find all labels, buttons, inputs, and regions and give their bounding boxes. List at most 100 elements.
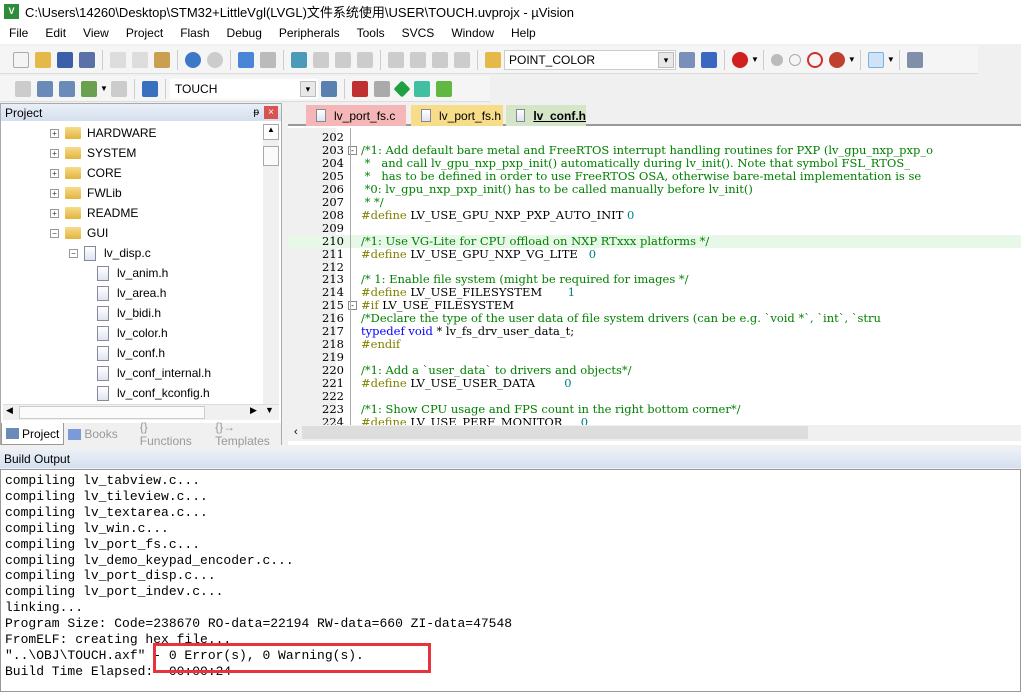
- copy-icon[interactable]: [132, 51, 148, 68]
- pin-icon[interactable]: ᵽ: [253, 107, 259, 118]
- redo-icon[interactable]: [207, 51, 223, 68]
- kill-all-breakpoints-icon[interactable]: [828, 51, 845, 68]
- tree-item[interactable]: + FWLib: [50, 183, 122, 203]
- editor-tab-lv-port-fs-c[interactable]: lv_port_fs.c: [306, 105, 406, 126]
- menu-file[interactable]: File: [0, 26, 36, 40]
- find-combo[interactable]: POINT_COLOR ▾: [504, 49, 676, 70]
- stop-build-icon[interactable]: [110, 80, 127, 97]
- menu-view[interactable]: View: [74, 26, 117, 40]
- window-layout-icon[interactable]: [867, 51, 884, 68]
- debug-session-icon[interactable]: [732, 51, 748, 68]
- tree-item[interactable]: lv_conf_internal.h: [97, 363, 211, 383]
- code-editor[interactable]: lv_port_fs.c lv_port_fs.h lv_conf.h 202 203…: [288, 103, 1021, 445]
- build-icon[interactable]: [37, 80, 53, 97]
- menu-tools[interactable]: Tools: [348, 26, 393, 40]
- expand-icon[interactable]: +: [50, 148, 59, 158]
- menu-project[interactable]: Project: [117, 26, 171, 40]
- chevron-down-icon[interactable]: ▼: [848, 55, 856, 64]
- uncomment-icon[interactable]: [454, 51, 470, 68]
- scroll-left-icon[interactable]: ◀: [6, 405, 13, 416]
- new-file-icon[interactable]: [13, 51, 29, 68]
- bookmark-icon[interactable]: [291, 51, 307, 68]
- indent-icon[interactable]: [388, 51, 404, 68]
- pack-installer-icon[interactable]: [393, 80, 411, 97]
- expand-icon[interactable]: +: [50, 128, 59, 138]
- tree-item[interactable]: + HARDWARE: [50, 123, 157, 143]
- prev-bookmark-icon[interactable]: [313, 51, 329, 68]
- chevron-down-icon[interactable]: ▼: [100, 84, 108, 93]
- run-time-environment-icon[interactable]: [435, 80, 452, 97]
- paste-icon[interactable]: [154, 51, 170, 68]
- tree-item[interactable]: lv_bidi.h: [97, 303, 161, 323]
- editor-tab-lv-port-fs-h[interactable]: lv_port_fs.h: [411, 105, 503, 126]
- editor-horizontal-scrollbar[interactable]: ‹: [288, 425, 1021, 441]
- breakpoint-icon[interactable]: [770, 53, 783, 66]
- disable-breakpoint-icon[interactable]: [788, 53, 801, 66]
- disable-all-breakpoints-icon[interactable]: [806, 51, 823, 68]
- navigate-forward-icon[interactable]: [260, 51, 276, 68]
- tree-item[interactable]: lv_conf.h: [97, 343, 165, 363]
- clear-bookmarks-icon[interactable]: [357, 51, 373, 68]
- chevron-down-icon[interactable]: ▾: [658, 51, 674, 68]
- scroll-thumb[interactable]: [19, 406, 205, 419]
- scroll-thumb[interactable]: [263, 146, 279, 166]
- manage-project-items-icon[interactable]: [351, 80, 368, 97]
- chevron-down-icon[interactable]: ▼: [751, 55, 759, 64]
- tab-functions[interactable]: {} Functions: [122, 420, 198, 448]
- editor-tab-lv-conf-h[interactable]: lv_conf.h: [506, 105, 586, 126]
- tree-item[interactable]: lv_anim.h: [97, 263, 168, 283]
- find-in-files-icon[interactable]: [485, 51, 501, 68]
- chevron-down-icon[interactable]: ▾: [299, 80, 316, 97]
- tree-item[interactable]: lv_area.h: [97, 283, 166, 303]
- tab-templates[interactable]: {}→ Templates: [198, 420, 281, 448]
- target-select[interactable]: TOUCH ▾: [169, 78, 318, 99]
- chevron-down-icon[interactable]: ▼: [887, 55, 895, 64]
- collapse-icon[interactable]: −: [50, 228, 59, 238]
- tree-item[interactable]: lv_color.h: [97, 323, 168, 343]
- expand-icon[interactable]: +: [50, 168, 59, 178]
- select-packs-icon[interactable]: [373, 80, 390, 97]
- collapse-icon[interactable]: −: [69, 248, 78, 258]
- expand-icon[interactable]: +: [50, 188, 59, 198]
- tree-item[interactable]: + SYSTEM: [50, 143, 136, 163]
- manage-rte-icon[interactable]: [413, 80, 430, 97]
- menu-debug[interactable]: Debug: [218, 26, 270, 40]
- menu-window[interactable]: Window: [442, 26, 502, 40]
- code-area[interactable]: 202 203-/*1: Add default bare metal and F…: [288, 128, 1021, 425]
- scroll-left-icon[interactable]: ‹: [294, 426, 298, 438]
- batch-build-icon[interactable]: [81, 80, 97, 97]
- menu-help[interactable]: Help: [502, 26, 544, 40]
- tree-item[interactable]: + README: [50, 203, 138, 223]
- expand-icon[interactable]: +: [50, 208, 59, 218]
- tab-books[interactable]: Books: [64, 427, 121, 441]
- close-icon[interactable]: ×: [264, 106, 278, 119]
- navigate-back-icon[interactable]: [238, 51, 254, 68]
- open-file-icon[interactable]: [35, 51, 51, 68]
- tree-item[interactable]: − lv_disp.c: [69, 243, 151, 263]
- save-icon[interactable]: [57, 51, 73, 68]
- load-download-icon[interactable]: [141, 80, 158, 97]
- comment-icon[interactable]: [432, 51, 448, 68]
- undo-icon[interactable]: [185, 51, 201, 68]
- tree-item[interactable]: − GUI: [50, 223, 108, 243]
- incremental-find-icon[interactable]: [701, 51, 717, 68]
- save-all-icon[interactable]: [79, 51, 95, 68]
- unindent-icon[interactable]: [410, 51, 426, 68]
- configure-wrench-icon[interactable]: [906, 51, 923, 68]
- tree-item[interactable]: + CORE: [50, 163, 122, 183]
- scroll-up-icon[interactable]: ▲: [263, 124, 279, 140]
- tree-item[interactable]: lv_conf_kconfig.h: [97, 383, 210, 403]
- tab-project[interactable]: Project: [1, 423, 65, 445]
- next-bookmark-icon[interactable]: [335, 51, 351, 68]
- tree-horizontal-scrollbar[interactable]: ◀ ▶ ▼: [3, 404, 279, 420]
- tree-vertical-scrollbar[interactable]: ▲: [263, 124, 279, 407]
- target-options-icon[interactable]: [320, 80, 337, 97]
- menu-edit[interactable]: Edit: [36, 26, 74, 40]
- rebuild-icon[interactable]: [59, 80, 75, 97]
- menu-peripherals[interactable]: Peripherals: [270, 26, 348, 40]
- menu-svcs[interactable]: SVCS: [393, 26, 443, 40]
- scroll-thumb[interactable]: [302, 426, 808, 439]
- find-icon[interactable]: [679, 51, 695, 68]
- menu-flash[interactable]: Flash: [171, 26, 217, 40]
- cut-icon[interactable]: [110, 51, 126, 68]
